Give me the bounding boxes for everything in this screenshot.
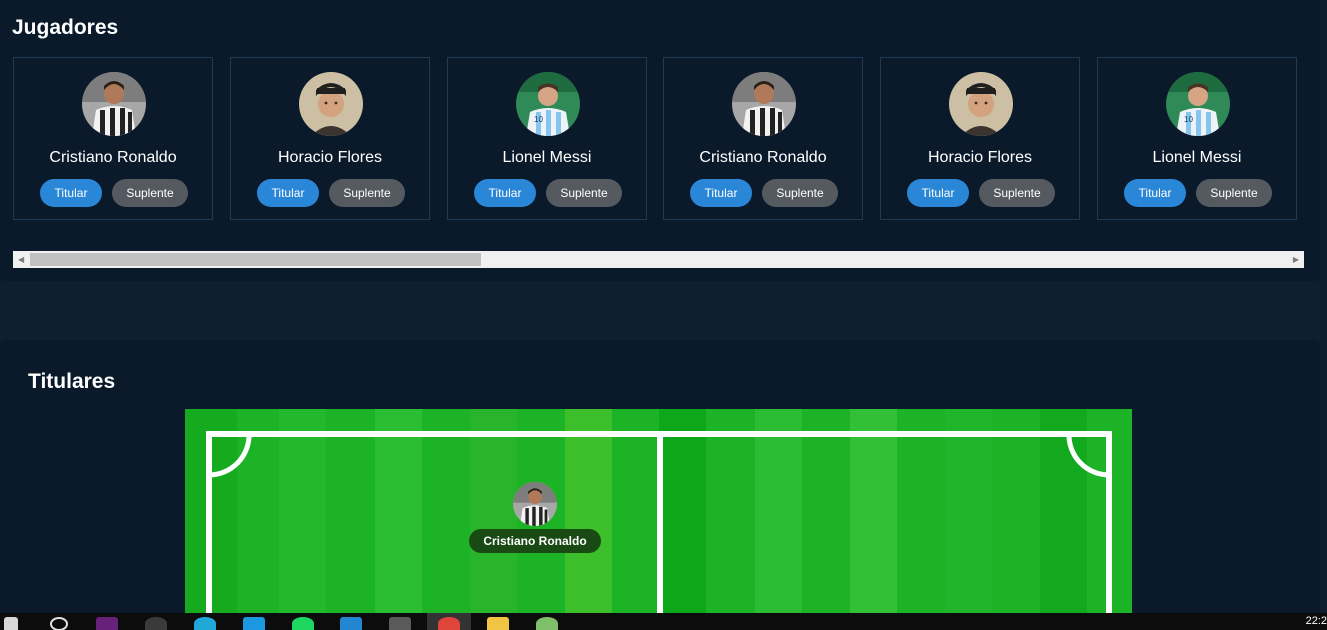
player-name: Lionel Messi	[502, 149, 592, 166]
titular-button[interactable]: Titular	[907, 179, 969, 207]
scroll-left-arrow-icon[interactable]: ◀	[18, 254, 24, 265]
player-avatar: 10	[1166, 72, 1230, 136]
player-card: Cristiano Ronaldo Titular Suplente	[13, 57, 213, 220]
suplente-button[interactable]: Suplente	[329, 179, 405, 207]
edge-icon[interactable]	[194, 617, 216, 630]
suplente-button[interactable]: Suplente	[112, 179, 188, 207]
soccer-pitch[interactable]	[185, 409, 1132, 613]
prime-video-icon[interactable]	[243, 617, 265, 630]
terminal-icon[interactable]	[389, 617, 411, 630]
suplente-button[interactable]: Suplente	[546, 179, 622, 207]
paint-icon[interactable]	[536, 617, 558, 630]
windows-start-icon[interactable]	[4, 617, 18, 630]
pitch-player-token[interactable]: Cristiano Ronaldo	[469, 482, 601, 554]
players-carousel[interactable]: Cristiano Ronaldo Titular Suplente Horac…	[13, 57, 1304, 223]
titulares-title: Titulares	[28, 370, 116, 393]
player-avatar	[82, 72, 146, 136]
horizontal-scrollbar[interactable]: ◀ ▶	[13, 251, 1304, 268]
player-card: 10 Lionel Messi Titular Suplente	[447, 57, 647, 220]
suplente-button[interactable]: Suplente	[762, 179, 838, 207]
visual-studio-icon[interactable]	[96, 617, 118, 630]
taskbar-clock[interactable]: 22:2	[1306, 615, 1327, 627]
player-avatar	[949, 72, 1013, 136]
player-card: 10 Lionel Messi Titular Suplente	[1097, 57, 1297, 220]
titular-button[interactable]: Titular	[257, 179, 319, 207]
player-card: Horacio Flores Titular Suplente	[230, 57, 430, 220]
jugadores-title: Jugadores	[12, 16, 119, 39]
spotify-icon[interactable]	[292, 617, 314, 630]
player-card: Cristiano Ronaldo Titular Suplente	[663, 57, 863, 220]
suplente-button[interactable]: Suplente	[1196, 179, 1272, 207]
titular-button[interactable]: Titular	[1124, 179, 1186, 207]
svg-text:10: 10	[534, 115, 543, 124]
svg-text:10: 10	[1184, 115, 1193, 124]
chrome-icon[interactable]	[438, 617, 460, 630]
player-name: Lionel Messi	[1152, 149, 1242, 166]
titular-button[interactable]: Titular	[40, 179, 102, 207]
pitch-player-name: Cristiano Ronaldo	[469, 529, 601, 553]
player-card: Horacio Flores Titular Suplente	[880, 57, 1080, 220]
search-icon[interactable]	[50, 617, 68, 630]
player-name: Cristiano Ronaldo	[699, 149, 827, 166]
player-avatar: 10	[516, 72, 580, 136]
obs-icon[interactable]	[145, 617, 167, 630]
player-name: Horacio Flores	[927, 149, 1033, 166]
titular-button[interactable]: Titular	[690, 179, 752, 207]
player-avatar	[732, 72, 796, 136]
scrollbar-thumb[interactable]	[30, 253, 481, 266]
player-name: Cristiano Ronaldo	[49, 149, 177, 166]
player-avatar	[299, 72, 363, 136]
windows-taskbar: 22:2	[0, 613, 1327, 630]
scroll-right-arrow-icon[interactable]: ▶	[1293, 254, 1299, 265]
suplente-button[interactable]: Suplente	[979, 179, 1055, 207]
pitch-player-avatar	[513, 482, 557, 526]
titular-button[interactable]: Titular	[474, 179, 536, 207]
player-name: Horacio Flores	[277, 149, 383, 166]
vscode-icon[interactable]	[340, 617, 362, 630]
file-explorer-icon[interactable]	[487, 617, 509, 630]
